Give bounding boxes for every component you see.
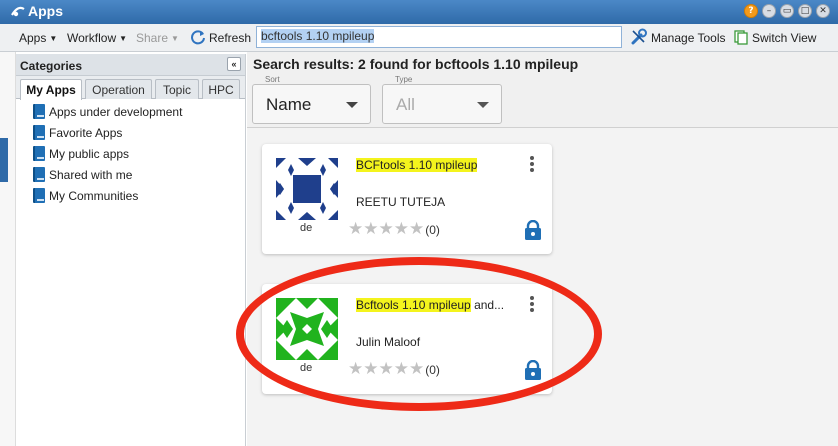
star-icon[interactable]: ★ — [348, 221, 363, 238]
app-avatar-icon — [276, 158, 338, 220]
switch-view-button[interactable]: Switch View — [752, 31, 816, 45]
app-author: Julin Maloof — [356, 335, 421, 349]
share-menu-button[interactable]: Share ▼ — [136, 31, 179, 45]
star-rating[interactable]: ★ ★ ★ ★ ★ (0) — [348, 361, 440, 378]
app-name-highlight: Bcftools 1.10 mpileup — [356, 298, 471, 312]
app-author: REETU TUTEJA — [356, 195, 446, 209]
sort-value: Name — [266, 95, 312, 114]
chevron-down-icon: ▼ — [171, 34, 179, 43]
star-icon[interactable]: ★ — [409, 361, 424, 378]
category-apps-under-development[interactable]: Apps under development — [16, 101, 245, 122]
apps-menu-button[interactable]: Apps ▼ — [19, 31, 57, 45]
category-list: Apps under development Favorite Apps My … — [16, 99, 245, 206]
app-badge: de — [300, 222, 313, 234]
categories-header: Categories « — [16, 54, 245, 76]
book-icon — [33, 104, 45, 119]
star-icon[interactable]: ★ — [379, 361, 394, 378]
book-icon — [33, 125, 45, 140]
close-icon[interactable]: ✕ — [816, 4, 830, 18]
app-card[interactable]: de BCFtools 1.10 mpileup REETU TUTEJA ★ … — [262, 144, 552, 254]
category-my-communities[interactable]: My Communities — [16, 185, 245, 206]
search-results-title: Search results: 2 found for bcftools 1.1… — [253, 56, 579, 72]
category-my-public-apps[interactable]: My public apps — [16, 143, 245, 164]
sort-label: Sort — [265, 75, 280, 84]
category-shared-with-me[interactable]: Shared with me — [16, 164, 245, 185]
more-options-icon[interactable] — [530, 156, 534, 172]
caret-down-icon — [346, 102, 358, 108]
tab-operation[interactable]: Operation — [85, 79, 152, 99]
search-input[interactable]: bcftools 1.10 mpileup — [256, 26, 622, 48]
category-label: My public apps — [49, 147, 130, 161]
manage-tools-button[interactable]: Manage Tools — [651, 31, 726, 45]
help-icon[interactable]: ? — [744, 4, 758, 18]
more-options-icon[interactable] — [530, 296, 534, 312]
app-name[interactable]: BCFtools 1.10 mpileup — [356, 158, 478, 172]
window-titlebar: Apps ? – ▭ □ ✕ — [0, 0, 838, 24]
app-name-highlight: BCFtools 1.10 mpileup — [356, 158, 478, 172]
workflow-menu-button[interactable]: Workflow ▼ — [67, 31, 127, 45]
collapse-double-chevron-icon[interactable]: « — [227, 57, 241, 71]
background-window-strip — [0, 52, 16, 446]
tab-hpc[interactable]: HPC — [202, 79, 240, 99]
window-title: Apps — [28, 3, 63, 19]
chevron-down-icon: ▼ — [119, 34, 128, 43]
star-icon[interactable]: ★ — [379, 221, 394, 238]
app-card[interactable]: de Bcftools 1.10 mpileup and... Julin Ma… — [262, 284, 552, 394]
workflow-menu-label: Workflow — [67, 31, 117, 45]
app-logo-icon — [11, 6, 25, 17]
book-icon — [33, 188, 45, 203]
window-controls: ? – ▭ □ ✕ — [744, 4, 830, 18]
type-value: All — [396, 95, 415, 114]
tab-topic[interactable]: Topic — [155, 79, 199, 99]
minimize-icon[interactable]: – — [762, 4, 776, 18]
star-icon[interactable]: ★ — [409, 221, 424, 238]
categories-title: Categories — [20, 59, 83, 73]
category-label: Favorite Apps — [49, 126, 123, 140]
category-label: Apps under development — [49, 105, 183, 119]
tab-my-apps[interactable]: My Apps — [20, 79, 82, 100]
rating-count: (0) — [425, 362, 440, 377]
search-results-panel: Search results: 2 found for bcftools 1.1… — [247, 52, 838, 446]
rating-count: (0) — [425, 222, 440, 237]
lock-icon — [525, 360, 541, 380]
background-window-accent — [0, 138, 8, 182]
search-input-value: bcftools 1.10 mpileup — [261, 29, 375, 43]
star-icon[interactable]: ★ — [348, 361, 363, 378]
star-icon[interactable]: ★ — [394, 221, 409, 238]
app-badge: de — [300, 362, 313, 374]
app-name[interactable]: Bcftools 1.10 mpileup and... — [356, 298, 504, 312]
book-icon — [33, 167, 45, 182]
star-icon[interactable]: ★ — [363, 221, 378, 238]
categories-tabs: My Apps Operation Topic HPC — [16, 76, 245, 100]
maximize-icon[interactable]: □ — [798, 4, 812, 18]
wrench-icon — [631, 28, 647, 45]
categories-panel: Categories « My Apps Operation Topic HPC… — [16, 54, 246, 446]
star-icon[interactable]: ★ — [394, 361, 409, 378]
category-label: Shared with me — [49, 168, 133, 182]
sort-dropdown[interactable]: Name — [252, 84, 371, 124]
switch-view-icon — [734, 30, 748, 45]
chevron-down-icon: ▼ — [49, 34, 58, 43]
lock-icon — [525, 220, 541, 240]
share-menu-label: Share — [136, 31, 169, 45]
refresh-icon — [191, 30, 205, 45]
app-avatar-icon — [276, 298, 338, 360]
caret-down-icon — [477, 102, 489, 108]
star-icon[interactable]: ★ — [363, 361, 378, 378]
app-name-suffix: and... — [470, 298, 505, 312]
category-label: My Communities — [49, 189, 139, 203]
category-favorite-apps[interactable]: Favorite Apps — [16, 122, 245, 143]
restore-icon[interactable]: ▭ — [780, 4, 794, 18]
type-dropdown[interactable]: All — [382, 84, 502, 124]
star-rating[interactable]: ★ ★ ★ ★ ★ (0) — [348, 221, 440, 238]
apps-menu-label: Apps — [19, 31, 47, 45]
search-results-header: Search results: 2 found for bcftools 1.1… — [247, 52, 838, 128]
type-label: Type — [395, 75, 413, 84]
refresh-button[interactable]: Refresh — [209, 31, 251, 45]
book-icon — [33, 146, 45, 161]
